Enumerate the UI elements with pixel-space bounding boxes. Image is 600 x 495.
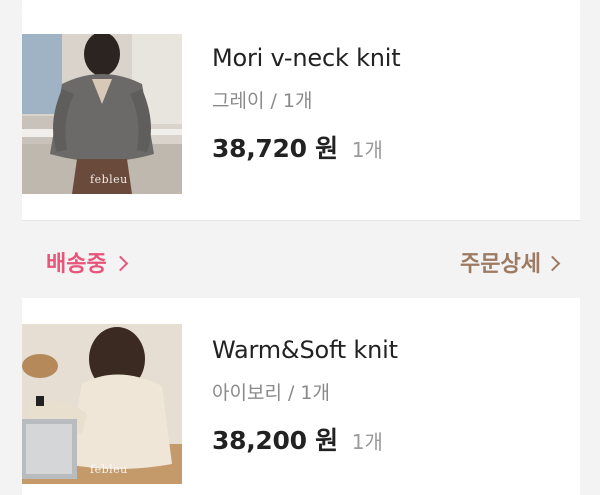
product-thumbnail[interactable]: febleu: [22, 324, 182, 484]
order-status-bar: 배송중 주문상세: [22, 221, 580, 298]
image-brand-watermark: febleu: [90, 173, 128, 186]
product-option: 그레이 / 1개: [212, 90, 313, 112]
shipping-status-label: 배송중: [46, 252, 107, 277]
product-price: 38,720 원: [212, 134, 338, 163]
product-name[interactable]: Mori v-neck knit: [212, 44, 401, 72]
image-brand-watermark: febleu: [90, 463, 128, 476]
price-row: 38,200 원 1개: [212, 421, 398, 457]
product-quantity: 1개: [351, 430, 383, 454]
product-price: 38,200 원: [212, 426, 338, 455]
product-info: Warm&Soft knit 아이보리 / 1개 38,200 원 1개: [212, 336, 398, 457]
price-row: 38,720 원 1개: [212, 129, 400, 165]
order-detail-link[interactable]: 주문상세: [460, 246, 561, 278]
order-detail-label: 주문상세: [460, 252, 541, 277]
product-thumbnail[interactable]: febleu: [22, 34, 182, 194]
previous-order-card: [22, 0, 580, 10]
shipping-status-link[interactable]: 배송중: [46, 246, 129, 278]
product-option: 아이보리 / 1개: [212, 382, 330, 404]
product-quantity: 1개: [351, 138, 383, 162]
product-info: Mori v-neck knit 그레이 / 1개 38,720 원 1개: [212, 44, 401, 165]
product-name[interactable]: Warm&Soft knit: [212, 336, 398, 364]
order-item-card[interactable]: febleu Mori v-neck knit 그레이 / 1개 38,720 …: [22, 10, 580, 220]
chevron-right-icon: [544, 255, 561, 271]
chevron-right-icon: [112, 255, 129, 271]
order-item-card[interactable]: febleu Warm&Soft knit 아이보리 / 1개 38,200 원…: [22, 298, 580, 495]
